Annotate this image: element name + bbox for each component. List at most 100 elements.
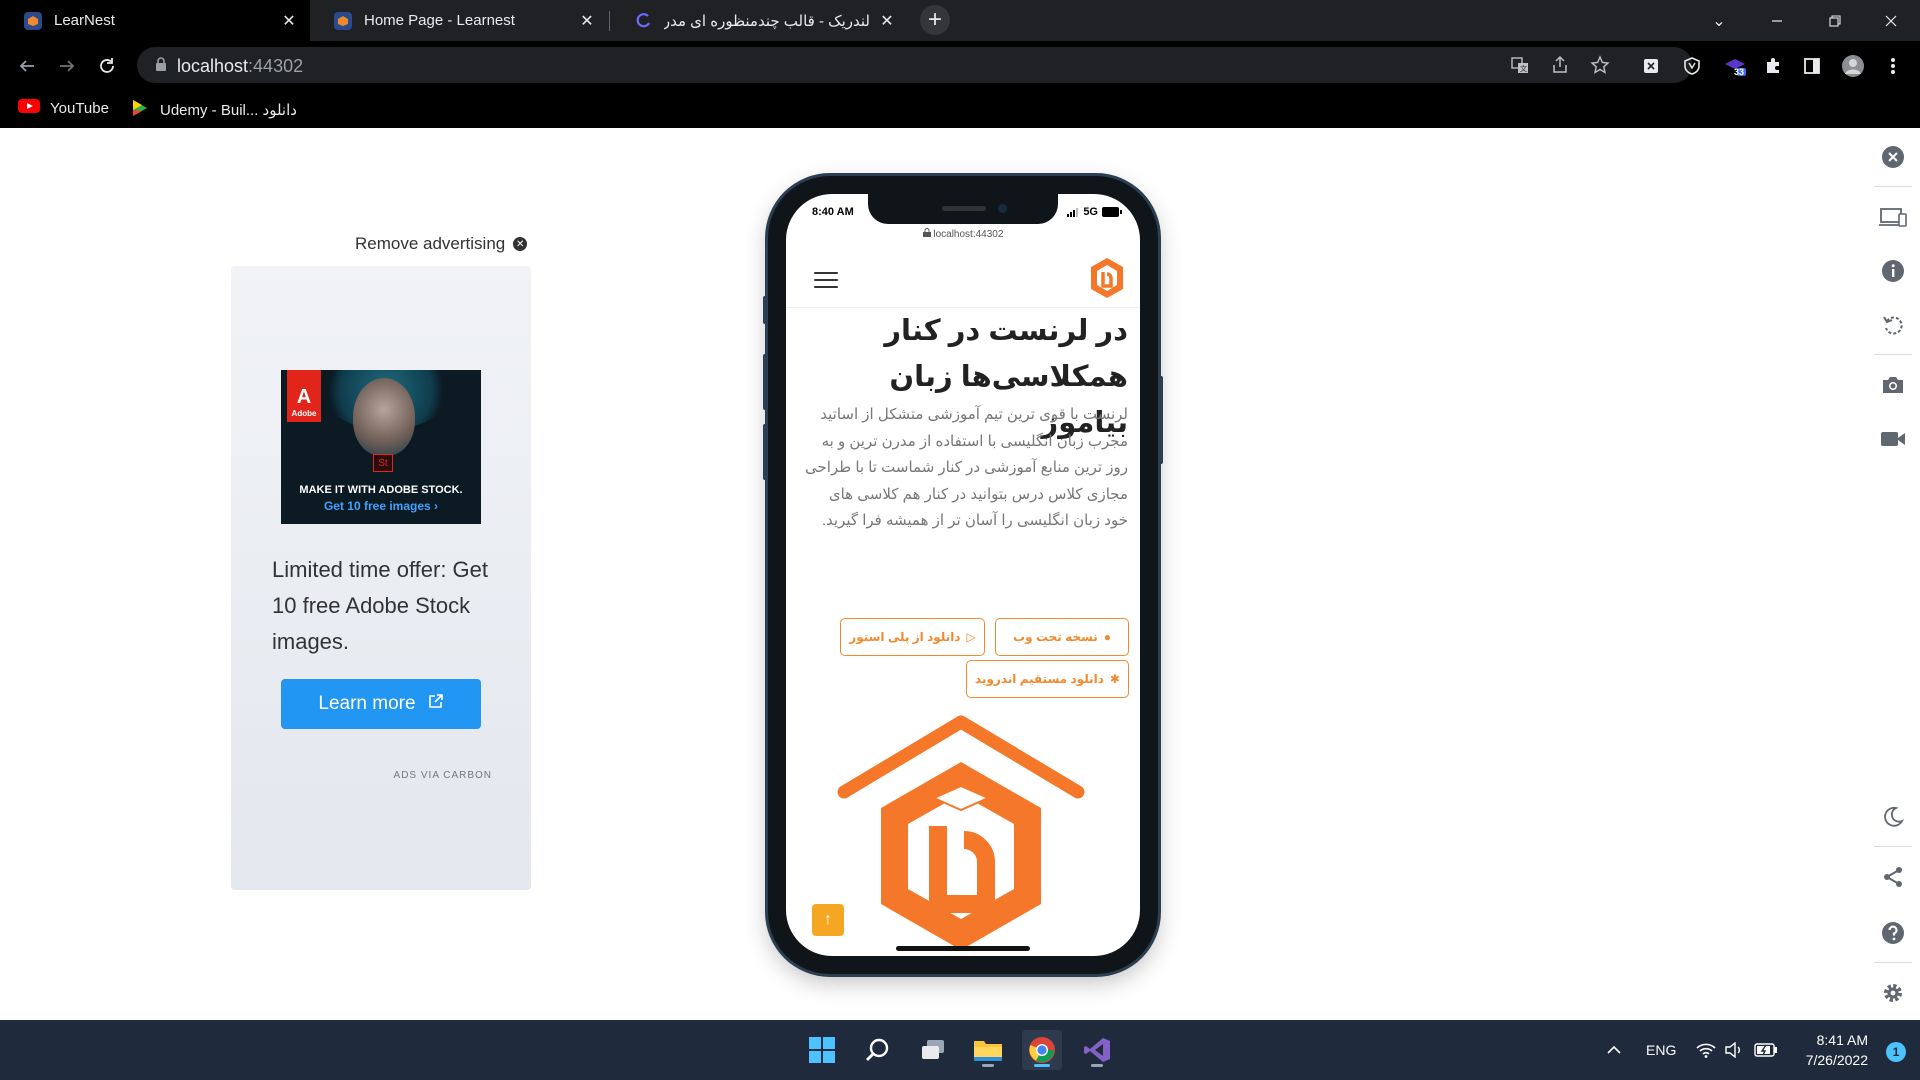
windows-taskbar: ENG 8:41 AM 7/26/2022 1 (0, 1020, 1920, 1080)
url-text: localhost:44302 (177, 56, 304, 76)
new-tab-button[interactable]: + (920, 5, 950, 35)
phone-home-indicator (896, 946, 1030, 951)
signal-icon (1067, 207, 1079, 217)
ad-image[interactable]: A Adobe St MAKE IT WITH ADOBE STOCK. Get… (281, 370, 481, 524)
close-icon[interactable]: ✕ (878, 12, 896, 30)
settings-gear-icon[interactable] (1878, 978, 1908, 1008)
learnest-favicon-icon (334, 11, 352, 30)
reload-button[interactable] (92, 51, 122, 81)
language-indicator[interactable]: ENG (1646, 1020, 1676, 1080)
learnest-logo-icon[interactable] (1088, 256, 1126, 305)
web-version-button[interactable]: ● نسخه تحت وب (995, 618, 1129, 656)
clock-time: 8:41 AM (1816, 1032, 1868, 1048)
landrik-favicon-icon (634, 12, 652, 30)
restore-button[interactable] (1806, 0, 1864, 41)
visual-studio-icon[interactable] (1077, 1030, 1117, 1070)
bookmark-udemy[interactable]: Udemy - Buil... دانلود (130, 98, 297, 122)
bookmarks-bar: YouTube Udemy - Buil... دانلود (0, 90, 1920, 128)
adobe-logo-label: Adobe (291, 409, 317, 418)
bookmark-label: Udemy - Buil... دانلود (160, 102, 297, 119)
phone-notch (868, 194, 1058, 224)
udemy-icon (130, 98, 150, 122)
android-download-button[interactable]: ✱ دانلود مستقیم اندروید (966, 660, 1129, 698)
playstore-button[interactable]: ▷ دانلود از پلی استور (840, 618, 985, 656)
remove-advertising-label: Remove advertising (355, 234, 506, 253)
learn-more-button[interactable]: Learn more (281, 679, 481, 729)
phone-speaker (942, 206, 986, 211)
lock-icon[interactable] (155, 57, 167, 77)
android-icon: ✱ (1109, 672, 1120, 686)
search-icon[interactable] (858, 1030, 898, 1070)
task-view-icon[interactable] (913, 1030, 953, 1070)
translate-icon[interactable]: 文 (1507, 52, 1533, 78)
tab-landrik[interactable]: لندریک - قالب چندمنظوره ای مدرن ✕ (610, 0, 908, 41)
phone-url: localhost:44302 (933, 229, 1004, 240)
back-button[interactable] (12, 51, 42, 81)
dark-mode-moon-icon[interactable] (1878, 802, 1908, 832)
help-icon[interactable] (1878, 918, 1908, 948)
video-camera-icon[interactable] (1878, 424, 1908, 454)
ad-text: Limited time offer: Get 10 free Adobe St… (272, 557, 489, 654)
forward-button[interactable] (52, 51, 82, 81)
tab-home-page[interactable]: Home Page - Learnest ✕ (310, 0, 608, 41)
tray-chevron-icon[interactable] (1606, 1020, 1622, 1080)
share-icon[interactable] (1547, 52, 1573, 78)
shield-extension-icon[interactable] (1679, 53, 1705, 79)
address-bar[interactable]: localhost:44302 文 (137, 47, 1692, 83)
battery-charging-icon[interactable] (1754, 1020, 1778, 1080)
minimize-button[interactable] (1748, 0, 1806, 41)
camera-icon[interactable] (1878, 370, 1908, 400)
learn-more-label: Learn more (318, 693, 416, 714)
bookmark-star-icon[interactable] (1587, 52, 1613, 78)
info-icon[interactable] (1878, 256, 1908, 286)
rail-divider (1874, 186, 1912, 187)
hero-paragraph: لرنست با قوی ترین تیم آموزشی متشکل از اس… (805, 406, 1128, 529)
share-icon[interactable] (1878, 862, 1908, 892)
youtube-icon (18, 98, 40, 118)
phone-site-header (786, 246, 1140, 308)
ad-image-face (353, 378, 415, 456)
remove-advertising-link[interactable]: Remove advertising ✕ (355, 234, 528, 254)
phone-url-bar[interactable]: localhost:44302 (786, 228, 1140, 240)
devices-icon[interactable] (1878, 202, 1908, 232)
android-download-label: دانلود مستقیم اندروید (975, 672, 1104, 686)
play-icon: ▷ (966, 630, 976, 644)
svg-text:文: 文 (1520, 64, 1527, 73)
hamburger-menu-icon[interactable] (814, 272, 838, 293)
chrome-menu-icon[interactable] (1880, 53, 1906, 79)
wifi-icon[interactable] (1696, 1020, 1716, 1080)
ads-via-carbon[interactable]: ADS VIA CARBON (394, 770, 492, 781)
close-viewer-icon[interactable] (1878, 142, 1908, 172)
scroll-to-top-button[interactable]: ↑ (812, 904, 844, 936)
close-icon[interactable]: ✕ (280, 12, 298, 30)
phone-status-icons: 5G (1067, 206, 1122, 218)
apple-icon: ● (1103, 630, 1111, 644)
web-version-label: نسخه تحت وب (1013, 630, 1098, 644)
phone-side-button (763, 354, 767, 410)
ad-image-headline: MAKE IT WITH ADOBE STOCK. (299, 484, 463, 496)
phone-mockup: 8:40 AM 5G localhost:44302 در لرنست در ک… (763, 176, 1163, 974)
ad-card[interactable]: A Adobe St MAKE IT WITH ADOBE STOCK. Get… (231, 266, 531, 890)
close-icon[interactable]: ✕ (578, 12, 596, 30)
graduation-cap-extension-icon[interactable]: 33 (1722, 53, 1748, 79)
taskbar-clock[interactable]: 8:41 AM 7/26/2022 (1806, 1030, 1868, 1070)
tab-search-chevron-icon[interactable]: ⌄ (1690, 0, 1748, 41)
bookmark-youtube[interactable]: YouTube (18, 98, 109, 118)
volume-icon[interactable] (1724, 1020, 1744, 1080)
extensions-puzzle-icon[interactable] (1760, 53, 1786, 79)
chrome-icon[interactable] (1022, 1030, 1062, 1070)
phone-side-button (763, 424, 767, 480)
close-window-button[interactable] (1862, 0, 1920, 41)
tab-title: LearNest (54, 12, 115, 29)
file-explorer-icon[interactable] (968, 1030, 1008, 1070)
notification-badge[interactable]: 1 (1886, 1042, 1906, 1062)
clock-date: 7/26/2022 (1805, 1052, 1868, 1068)
adobe-stock-icon: St (373, 454, 393, 472)
excel-extension-icon[interactable] (1638, 53, 1664, 79)
side-panel-icon[interactable] (1799, 53, 1825, 79)
rotate-icon[interactable] (1878, 310, 1908, 340)
windows-start-icon[interactable] (802, 1030, 842, 1070)
tab-learnest[interactable]: LearNest ✕ (0, 0, 310, 41)
running-indicator (1091, 1064, 1103, 1067)
profile-avatar[interactable] (1840, 53, 1866, 79)
